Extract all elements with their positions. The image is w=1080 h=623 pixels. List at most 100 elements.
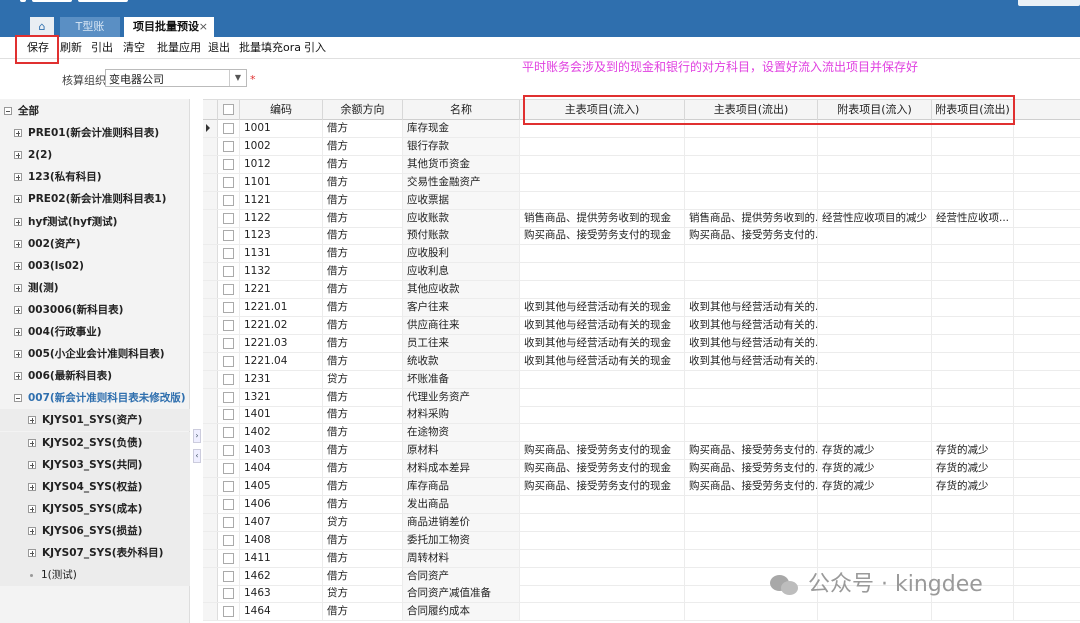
collapse-icon[interactable] [14, 394, 22, 403]
chevron-down-icon[interactable]: ▼ [229, 70, 246, 86]
table-row[interactable]: 1401 借方 材料采购 [203, 406, 1080, 425]
cell-main-outflow[interactable] [685, 191, 818, 209]
table-row[interactable]: 1408 借方 委托加工物资 [203, 531, 1080, 550]
row-checkbox[interactable] [223, 302, 234, 313]
expand-icon[interactable] [14, 350, 22, 359]
cell-main-inflow[interactable] [520, 549, 685, 567]
expand-icon[interactable] [28, 416, 36, 425]
cell-main-outflow[interactable] [685, 137, 818, 155]
cell-supp-outflow[interactable] [932, 495, 1014, 513]
cell-supp-outflow[interactable] [932, 316, 1014, 334]
tree-node[interactable]: 全部 [0, 100, 190, 122]
row-checkbox[interactable] [223, 391, 234, 403]
import-button[interactable]: 引入 [304, 40, 326, 56]
row-checkbox[interactable] [223, 230, 234, 242]
tree-node[interactable]: 007(新会计准则科目表未修改版) [0, 387, 190, 409]
row-checkbox[interactable] [223, 606, 234, 618]
cell-supp-inflow[interactable] [818, 549, 932, 567]
expand-icon[interactable] [14, 239, 22, 248]
cell-supp-outflow[interactable] [932, 137, 1014, 155]
header-main-inflow[interactable]: 主表项目(流入) [520, 100, 685, 120]
batch-fill-ora-button[interactable]: 批量填充ora [239, 40, 301, 56]
cell-main-inflow[interactable] [520, 585, 685, 603]
cell-main-outflow[interactable] [685, 263, 818, 281]
cell-main-outflow[interactable] [685, 531, 818, 549]
cell-main-inflow[interactable] [520, 424, 685, 442]
table-row[interactable]: 1321 借方 代理业务资产 [203, 388, 1080, 407]
cell-supp-inflow[interactable] [818, 191, 932, 209]
row-checkbox[interactable] [223, 498, 234, 510]
cell-main-outflow[interactable]: 购买商品、接受劳务支付的... [685, 227, 818, 245]
expand-icon[interactable] [14, 283, 22, 292]
cell-supp-inflow[interactable] [818, 495, 932, 513]
row-checkbox[interactable] [223, 140, 234, 152]
cell-supp-outflow[interactable] [932, 263, 1014, 281]
table-row[interactable]: 1221.02 借方 供应商往来 收到其他与经营活动有关的现金 收到其他与经营活动有关的… [203, 316, 1080, 335]
table-row[interactable]: 1411 借方 周转材料 [203, 549, 1080, 568]
expand-icon[interactable] [28, 460, 36, 469]
expand-icon[interactable] [14, 328, 22, 336]
cell-supp-outflow[interactable] [932, 173, 1014, 191]
clear-button[interactable]: 清空 [123, 40, 145, 56]
table-row[interactable]: 1001 借方 库存现金 [203, 120, 1080, 138]
cell-main-inflow[interactable] [520, 531, 685, 549]
row-checkbox[interactable] [223, 427, 234, 439]
tree-node[interactable]: KJYS02_SYS(负债) [0, 431, 190, 454]
cell-supp-outflow[interactable] [932, 245, 1014, 263]
cell-supp-outflow[interactable] [932, 549, 1014, 567]
cell-main-outflow[interactable]: 购买商品、接受劳务支付的... [685, 442, 818, 460]
cell-main-inflow[interactable]: 收到其他与经营活动有关的现金 [520, 299, 685, 316]
table-row[interactable]: 1122 借方 应收账款 销售商品、提供劳务收到的现金 销售商品、提供劳务收到的... 经… [203, 209, 1080, 228]
tree-node[interactable]: 004(行政事业) [0, 321, 190, 343]
cell-main-inflow[interactable]: 收到其他与经营活动有关的现金 [520, 316, 685, 334]
cell-supp-inflow[interactable] [818, 406, 932, 424]
cell-supp-outflow[interactable] [932, 334, 1014, 352]
cell-supp-outflow[interactable] [932, 281, 1014, 299]
cell-supp-outflow[interactable] [932, 299, 1014, 316]
cell-main-outflow[interactable]: 收到其他与经营活动有关的... [685, 316, 818, 334]
row-checkbox[interactable] [223, 212, 234, 224]
expand-icon[interactable] [14, 261, 22, 270]
cell-main-inflow[interactable]: 销售商品、提供劳务收到的现金 [520, 209, 685, 227]
tree-node[interactable]: KJYS03_SYS(共同) [0, 453, 190, 476]
cell-supp-inflow[interactable]: 存货的减少 [818, 478, 932, 495]
row-checkbox[interactable] [223, 123, 234, 134]
cell-supp-outflow[interactable] [932, 227, 1014, 245]
cell-main-inflow[interactable] [520, 263, 685, 281]
table-row[interactable]: 1402 借方 在途物资 [203, 424, 1080, 443]
cell-main-outflow[interactable] [685, 120, 818, 137]
cell-main-inflow[interactable] [520, 406, 685, 424]
cell-supp-outflow[interactable]: 存货的减少 [932, 442, 1014, 460]
splitter[interactable]: › ‹ [191, 99, 203, 623]
row-checkbox[interactable] [223, 248, 234, 260]
row-checkbox[interactable] [223, 373, 234, 385]
cell-main-outflow[interactable] [685, 281, 818, 299]
tree-node[interactable]: KJYS07_SYS(表外科目) [0, 542, 190, 564]
org-select[interactable]: 变电器公司 ▼ [105, 69, 247, 87]
tree-node[interactable]: PRE02(新会计准则科目表1) [0, 188, 190, 210]
tree-node[interactable]: KJYS04_SYS(权益) [0, 475, 190, 498]
table-row[interactable]: 1012 借方 其他货币资金 [203, 155, 1080, 174]
row-checkbox[interactable] [223, 266, 234, 278]
tree-node[interactable]: KJYS01_SYS(资产) [0, 409, 190, 432]
expand-icon[interactable] [14, 372, 22, 381]
tree-node[interactable]: 123(私有科目) [0, 166, 190, 188]
cell-main-inflow[interactable]: 购买商品、接受劳务支付的现金 [520, 442, 685, 460]
cell-main-inflow[interactable]: 收到其他与经营活动有关的现金 [520, 352, 685, 370]
table-row[interactable]: 1404 借方 材料成本差异 购买商品、接受劳务支付的现金 购买商品、接受劳务支付的..… [203, 460, 1080, 479]
cell-supp-outflow[interactable] [932, 603, 1014, 621]
cell-supp-inflow[interactable]: 存货的减少 [818, 442, 932, 460]
tree-node[interactable]: 006(最新科目表) [0, 365, 190, 387]
expand-icon[interactable] [28, 526, 36, 535]
table-row[interactable]: 1221.04 借方 统收款 收到其他与经营活动有关的现金 收到其他与经营活动有关的..… [203, 352, 1080, 371]
row-checkbox[interactable] [223, 194, 234, 206]
cell-main-outflow[interactable]: 收到其他与经营活动有关的... [685, 299, 818, 316]
cell-main-outflow[interactable] [685, 155, 818, 173]
cell-supp-outflow[interactable] [932, 531, 1014, 549]
table-row[interactable]: 1403 借方 原材料 购买商品、接受劳务支付的现金 购买商品、接受劳务支付的... 存货… [203, 442, 1080, 461]
expand-icon[interactable] [14, 195, 22, 204]
table-row[interactable]: 1002 借方 银行存款 [203, 137, 1080, 156]
cell-main-inflow[interactable] [520, 173, 685, 191]
row-checkbox[interactable] [223, 481, 234, 492]
cell-supp-inflow[interactable] [818, 334, 932, 352]
